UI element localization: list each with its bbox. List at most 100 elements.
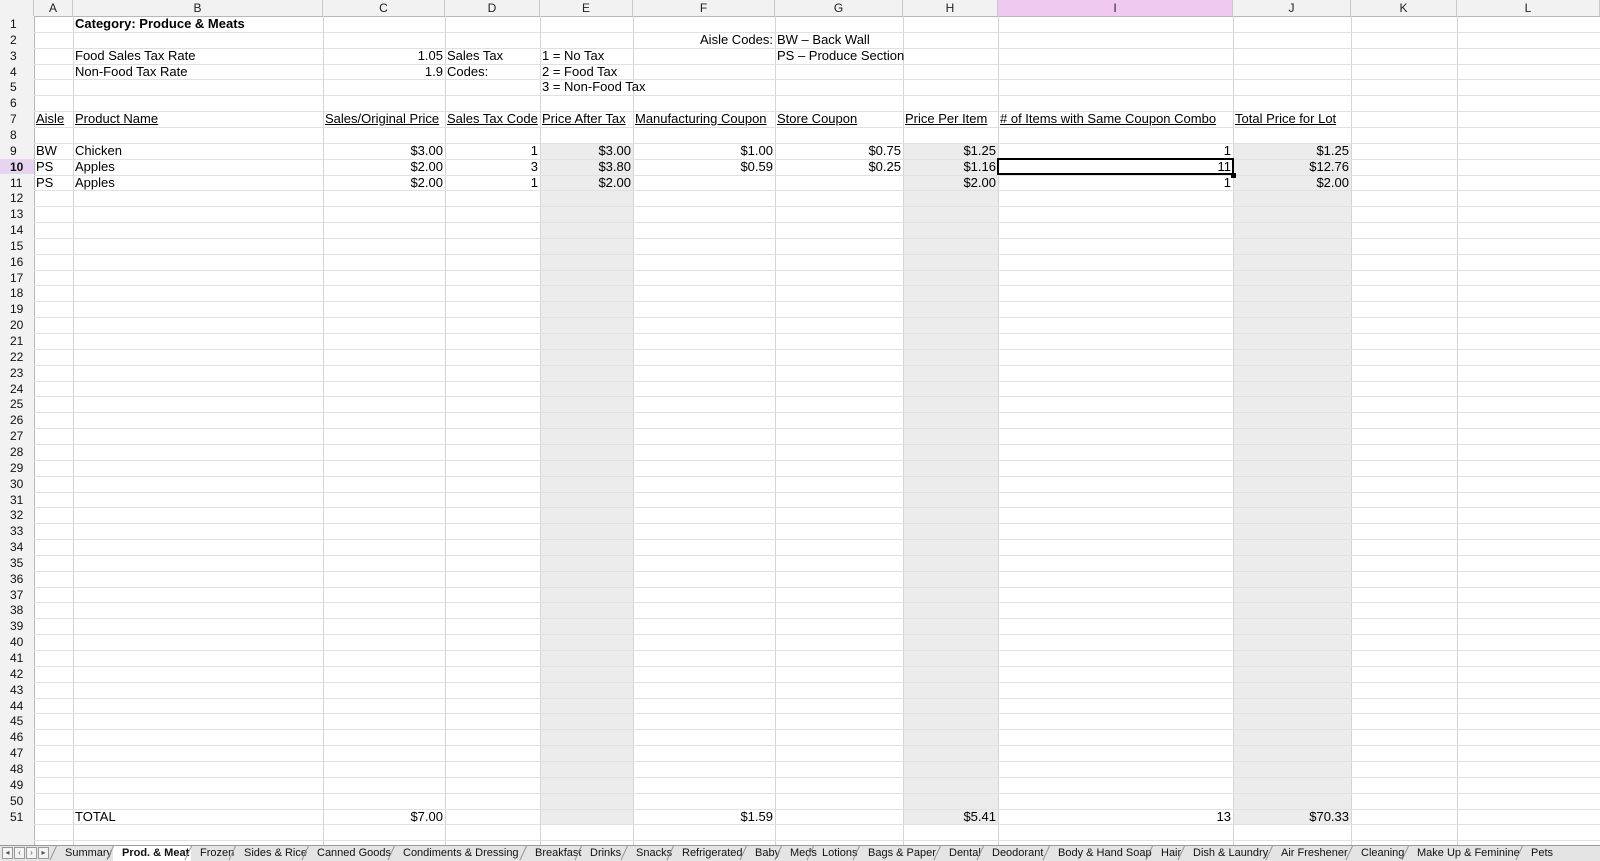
cell-c4[interactable]: 1.9 [323, 64, 445, 80]
cell-c51[interactable]: $7.00 [323, 809, 445, 825]
row-header-31[interactable]: 31 [0, 492, 34, 508]
row-header-10[interactable]: 10 [0, 158, 34, 175]
cell-b10[interactable]: Apples [73, 159, 323, 175]
row-header-45[interactable]: 45 [0, 713, 34, 729]
cell-j51[interactable]: $70.33 [1233, 809, 1351, 825]
cell-g7[interactable]: Store Coupon [775, 111, 903, 127]
row-header-43[interactable]: 43 [0, 682, 34, 698]
cell-h10[interactable]: $1.16 [903, 159, 998, 175]
sheet-tab-bags-paper[interactable]: Bags & Paper [859, 846, 940, 861]
column-header-a[interactable]: A [34, 0, 73, 16]
sheet-tab-air-freshener[interactable]: Air Freshener [1272, 846, 1352, 861]
row-header-12[interactable]: 12 [0, 190, 34, 206]
row-header-18[interactable]: 18 [0, 285, 34, 301]
row-header-21[interactable]: 21 [0, 333, 34, 349]
column-header-k[interactable]: K [1351, 0, 1457, 16]
row-header-34[interactable]: 34 [0, 539, 34, 555]
row-header-11[interactable]: 11 [0, 175, 34, 191]
sheet-tab-sides-rice[interactable]: Sides & Rice [235, 846, 308, 861]
cell-c9[interactable]: $3.00 [323, 143, 445, 159]
row-header-41[interactable]: 41 [0, 650, 34, 666]
cell-a9[interactable]: BW [34, 143, 73, 159]
sheet-tab-canned-goods[interactable]: Canned Goods [308, 846, 394, 861]
row-header-50[interactable]: 50 [0, 793, 34, 809]
cell-e7[interactable]: Price After Tax [540, 111, 633, 127]
cell-g2[interactable]: BW – Back Wall [775, 32, 903, 48]
sheet-tab-pets[interactable]: Pets [1522, 846, 1600, 861]
sheet-tab-summary[interactable]: Summary [56, 846, 113, 861]
sheet-tab-condiments-dressing[interactable]: Condiments & Dressing [394, 846, 526, 861]
row-header-32[interactable]: 32 [0, 507, 34, 523]
row-header-38[interactable]: 38 [0, 602, 34, 618]
row-header-30[interactable]: 30 [0, 476, 34, 492]
row-header-20[interactable]: 20 [0, 317, 34, 333]
cell-d7[interactable]: Sales Tax Code [445, 111, 540, 127]
cell-a7[interactable]: Aisle [34, 111, 73, 127]
sheet-tab-dish-laundry[interactable]: Dish & Laundry [1184, 846, 1272, 861]
row-header-44[interactable]: 44 [0, 698, 34, 714]
row-header-29[interactable]: 29 [0, 460, 34, 476]
fill-handle[interactable] [1231, 172, 1236, 178]
row-header-39[interactable]: 39 [0, 618, 34, 634]
column-header-i[interactable]: I [998, 0, 1233, 16]
cell-d3[interactable]: Sales Tax [445, 48, 540, 64]
row-header-19[interactable]: 19 [0, 301, 34, 317]
column-header-l[interactable]: L [1457, 0, 1600, 16]
sheet-tab-deodorant[interactable]: Deodorant [983, 846, 1049, 861]
cell-h9[interactable]: $1.25 [903, 143, 998, 159]
cell-c7[interactable]: Sales/Original Price [323, 111, 445, 127]
cell-i11[interactable]: 1 [998, 175, 1233, 191]
row-header-49[interactable]: 49 [0, 777, 34, 793]
cell-d4[interactable]: Codes: [445, 64, 540, 80]
row-header-6[interactable]: 6 [0, 95, 34, 111]
row-header-26[interactable]: 26 [0, 412, 34, 428]
cell-a10[interactable]: PS [34, 159, 73, 175]
sheet-tab-cleaning[interactable]: Cleaning [1352, 846, 1408, 861]
row-header-36[interactable]: 36 [0, 571, 34, 587]
sheet-tab-prod-meat[interactable]: Prod. & Meat [113, 846, 191, 861]
cell-f9[interactable]: $1.00 [633, 143, 775, 159]
cell-e4[interactable]: 2 = Food Tax [540, 64, 633, 80]
first-sheet-icon[interactable]: ◂ [2, 847, 13, 859]
row-header-47[interactable]: 47 [0, 745, 34, 761]
cell-b3[interactable]: Food Sales Tax Rate [73, 48, 323, 64]
select-all-corner[interactable] [0, 0, 34, 16]
row-header-42[interactable]: 42 [0, 666, 34, 682]
cell-f10[interactable]: $0.59 [633, 159, 775, 175]
row-header-15[interactable]: 15 [0, 238, 34, 254]
cell-j11[interactable]: $2.00 [1233, 175, 1351, 191]
cell-i7[interactable]: # of Items with Same Coupon Combo [998, 111, 1233, 127]
row-header-22[interactable]: 22 [0, 349, 34, 365]
last-sheet-icon[interactable]: ▸ [38, 847, 49, 859]
row-header-2[interactable]: 2 [0, 32, 34, 48]
cell-b4[interactable]: Non-Food Tax Rate [73, 64, 323, 80]
column-header-c[interactable]: C [323, 0, 445, 16]
sheet-tab-breakfast[interactable]: Breakfast [526, 846, 581, 861]
cell-c10[interactable]: $2.00 [323, 159, 445, 175]
cell-g9[interactable]: $0.75 [775, 143, 903, 159]
cell-b7[interactable]: Product Name [73, 111, 323, 127]
row-header-13[interactable]: 13 [0, 206, 34, 222]
column-header-e[interactable]: E [540, 0, 633, 16]
row-header-16[interactable]: 16 [0, 254, 34, 270]
row-header-48[interactable]: 48 [0, 761, 34, 777]
cell-e3[interactable]: 1 = No Tax [540, 48, 633, 64]
cell-g10[interactable]: $0.25 [775, 159, 903, 175]
cell-e11[interactable]: $2.00 [540, 175, 633, 191]
cell-j10[interactable]: $12.76 [1233, 159, 1351, 175]
cell-c11[interactable]: $2.00 [323, 175, 445, 191]
column-header-j[interactable]: J [1233, 0, 1351, 16]
cell-j9[interactable]: $1.25 [1233, 143, 1351, 159]
row-header-9[interactable]: 9 [0, 143, 34, 159]
cell-f2[interactable]: Aisle Codes: [633, 32, 775, 48]
cell-e9[interactable]: $3.00 [540, 143, 633, 159]
row-header-28[interactable]: 28 [0, 444, 34, 460]
cell-d10[interactable]: 3 [445, 159, 540, 175]
row-header-25[interactable]: 25 [0, 396, 34, 412]
column-header-g[interactable]: G [775, 0, 903, 16]
row-header-1[interactable]: 1 [0, 16, 34, 32]
row-header-40[interactable]: 40 [0, 634, 34, 650]
row-header-3[interactable]: 3 [0, 48, 34, 64]
prev-sheet-icon[interactable]: ‹ [14, 847, 25, 859]
cell-b11[interactable]: Apples [73, 175, 323, 191]
